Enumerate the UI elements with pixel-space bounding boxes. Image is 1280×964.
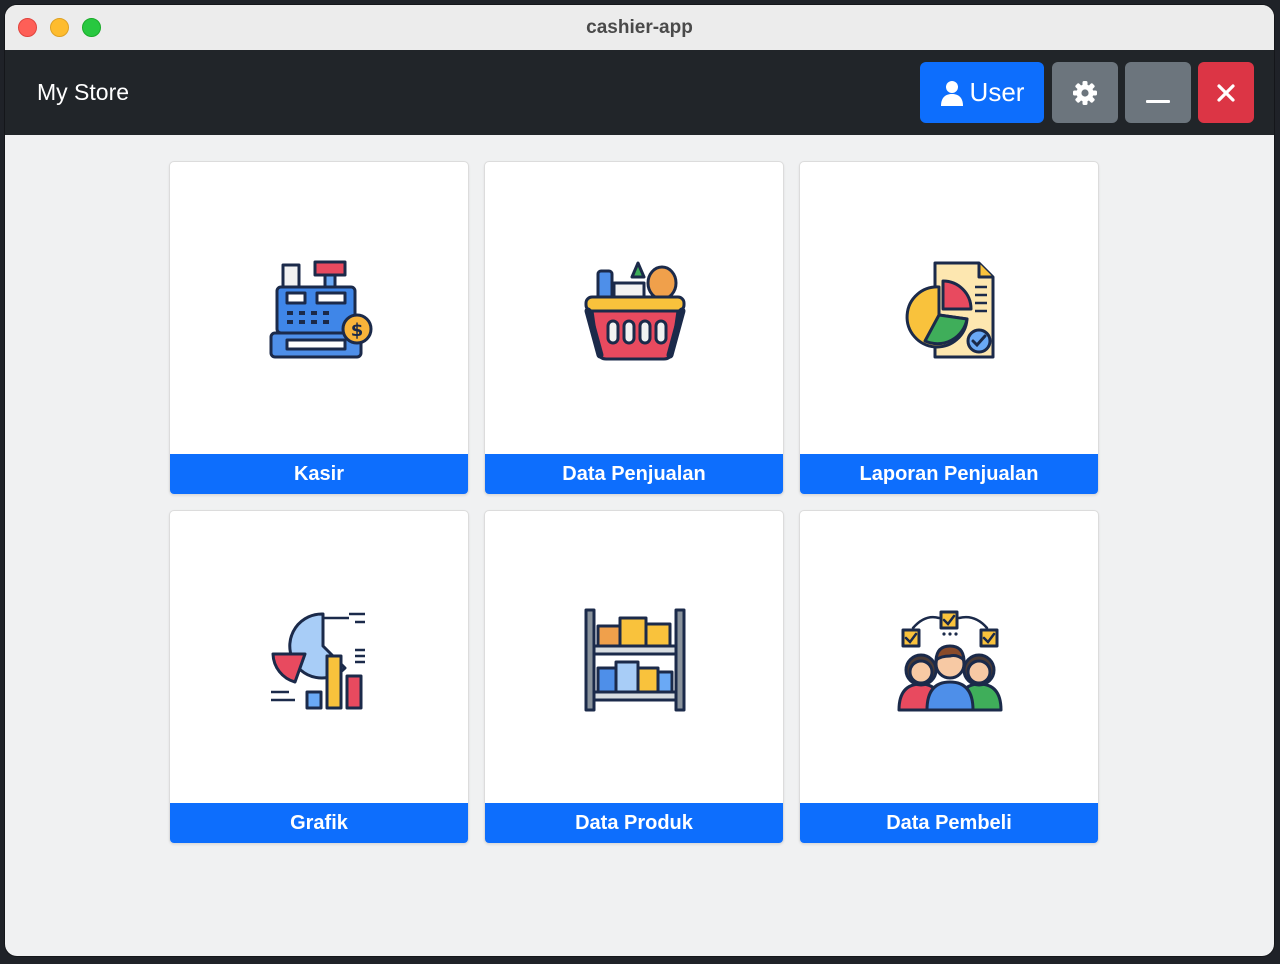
chart-icon xyxy=(220,571,420,751)
report-chart-icon xyxy=(850,222,1050,402)
cash-register-icon: $ xyxy=(220,222,420,402)
svg-text:$: $ xyxy=(351,320,364,341)
menu-card-label: Data Pembeli xyxy=(800,803,1098,843)
close-button[interactable] xyxy=(1198,62,1254,123)
menu-card-label: Grafik xyxy=(170,803,468,843)
window-title: cashier-app xyxy=(586,17,693,38)
menu-card-label: Data Produk xyxy=(485,803,783,843)
menu-card-laporan-penjualan[interactable]: Laporan Penjualan xyxy=(799,161,1099,495)
app-window: cashier-app My Store User $ Kasir Data P… xyxy=(5,5,1274,956)
user-button-label: User xyxy=(969,77,1025,107)
minimize-button[interactable] xyxy=(1125,62,1191,123)
user-button[interactable]: User xyxy=(920,62,1044,123)
menu-card-label: Laporan Penjualan xyxy=(800,454,1098,494)
menu-card-grafik[interactable]: Grafik xyxy=(169,510,469,844)
menu-card-data-penjualan[interactable]: Data Penjualan xyxy=(484,161,784,495)
menu-card-kasir[interactable]: $ Kasir xyxy=(169,161,469,495)
shopping-basket-icon xyxy=(535,222,735,402)
user-icon xyxy=(940,80,963,106)
product-shelf-icon xyxy=(535,571,735,751)
menu-card-label: Data Penjualan xyxy=(485,454,783,494)
menu-grid: $ Kasir Data Penjualan Laporan Penjualan… xyxy=(169,161,1099,844)
title-bar: cashier-app xyxy=(5,5,1274,51)
top-navbar: My Store User xyxy=(5,50,1274,135)
settings-button[interactable] xyxy=(1052,62,1118,123)
menu-card-data-produk[interactable]: Data Produk xyxy=(484,510,784,844)
menu-card-data-pembeli[interactable]: Data Pembeli xyxy=(799,510,1099,844)
gear-icon xyxy=(1073,80,1097,105)
close-icon xyxy=(1217,83,1235,102)
brand-title: My Store xyxy=(37,79,130,105)
menu-card-label: Kasir xyxy=(170,454,468,494)
minimize-icon xyxy=(1146,99,1170,103)
customers-icon xyxy=(850,571,1050,751)
